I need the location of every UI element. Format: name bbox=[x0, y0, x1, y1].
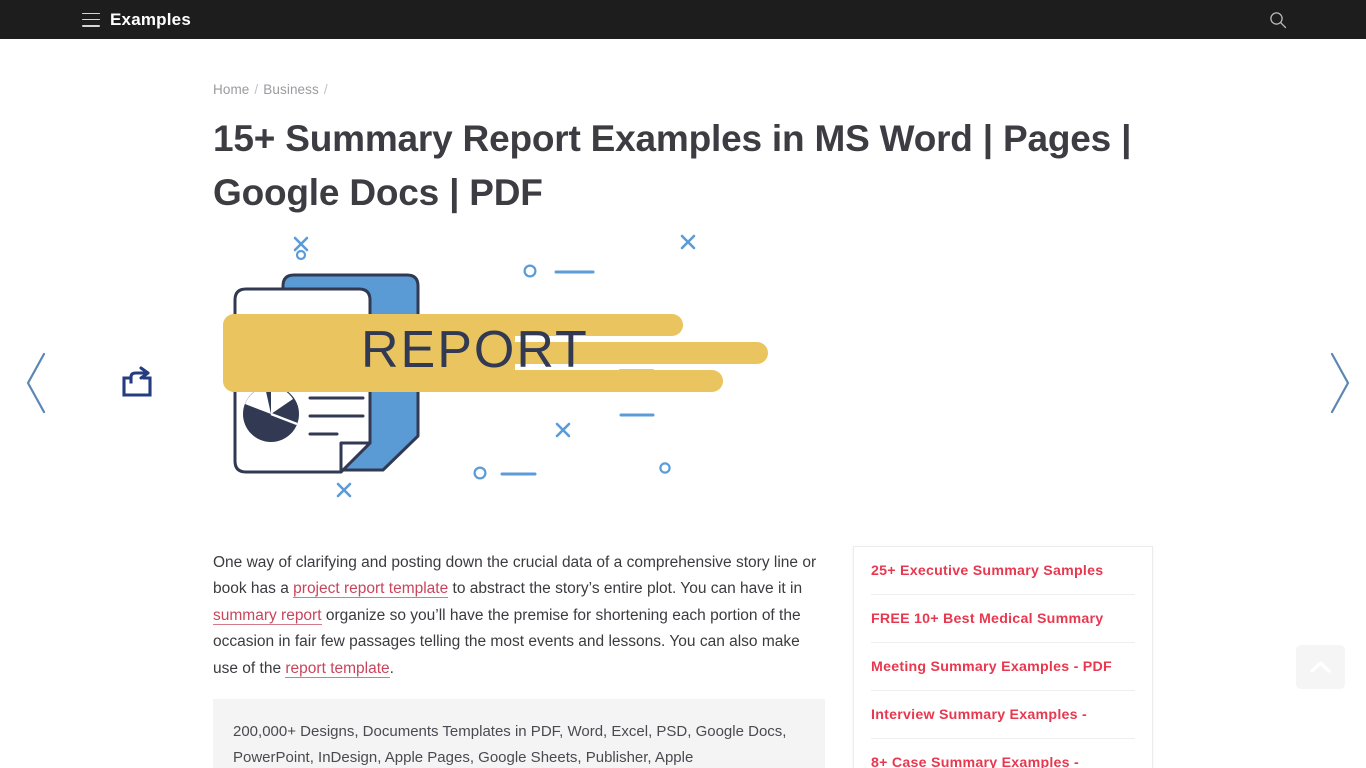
paragraph-text: to abstract the story’s entire plot. You… bbox=[448, 580, 803, 598]
sidebar-link-medical-summary[interactable]: FREE 10+ Best Medical Summary bbox=[871, 595, 1135, 643]
share-icon[interactable] bbox=[120, 366, 156, 400]
page-title: 15+ Summary Report Examples in MS Word |… bbox=[213, 118, 1132, 213]
hamburger-line bbox=[82, 24, 100, 27]
promo-banner: 200,000+ Designs, Documents Templates in… bbox=[213, 699, 825, 768]
sidebar-link-executive-summary[interactable]: 25+ Executive Summary Samples bbox=[871, 547, 1135, 595]
breadcrumb-item-home[interactable]: Home bbox=[213, 82, 249, 97]
hamburger-menu-icon[interactable] bbox=[82, 12, 100, 27]
promo-text: 200,000+ Designs, Documents Templates in… bbox=[233, 723, 787, 766]
paragraph-text: . bbox=[389, 659, 394, 677]
related-articles-card: 25+ Executive Summary Samples FREE 10+ B… bbox=[853, 546, 1153, 768]
sidebar-link-meeting-summary[interactable]: Meeting Summary Examples - PDF bbox=[871, 643, 1135, 691]
breadcrumb-separator: / bbox=[323, 82, 328, 97]
carousel-prev-button[interactable] bbox=[20, 348, 54, 418]
sidebar-link-case-summary[interactable]: 8+ Case Summary Examples - bbox=[871, 739, 1135, 768]
link-project-report-template[interactable]: project report template bbox=[293, 580, 449, 599]
site-logo[interactable]: Examples bbox=[110, 0, 191, 39]
svg-text:REPORT: REPORT bbox=[361, 321, 589, 379]
breadcrumb-separator: / bbox=[254, 82, 259, 97]
article-paragraph: One way of clarifying and posting down t… bbox=[213, 550, 825, 682]
breadcrumb-item-business[interactable]: Business bbox=[263, 82, 319, 97]
hamburger-line bbox=[82, 18, 100, 21]
link-report-template[interactable]: report template bbox=[285, 659, 390, 678]
report-illustration: REPORT bbox=[213, 228, 813, 518]
sidebar-link-interview-summary[interactable]: Interview Summary Examples - bbox=[871, 691, 1135, 739]
link-summary-report[interactable]: summary report bbox=[213, 606, 322, 625]
carousel-next-button[interactable] bbox=[1322, 348, 1356, 418]
breadcrumb: Home / Business / bbox=[213, 82, 333, 97]
top-navigation-bar: Examples bbox=[0, 0, 1366, 39]
search-icon[interactable] bbox=[1268, 10, 1288, 30]
hamburger-line bbox=[82, 12, 100, 15]
scroll-to-top-button[interactable] bbox=[1296, 645, 1345, 689]
